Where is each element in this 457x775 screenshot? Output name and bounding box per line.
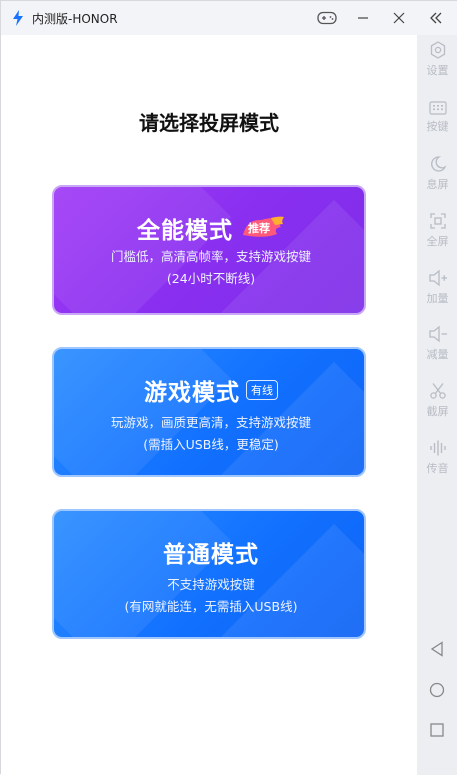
sidebar-item-audio[interactable]: 传音 bbox=[417, 435, 457, 483]
sidebar-item-keys[interactable]: 按键 bbox=[417, 95, 457, 143]
sidebar-item-settings[interactable]: 设置 bbox=[417, 37, 457, 85]
moon-icon bbox=[430, 156, 447, 172]
recent-square-icon bbox=[430, 723, 444, 737]
wired-badge: 有线 bbox=[246, 380, 278, 400]
scissors-icon bbox=[429, 383, 446, 399]
all-round-mode-card[interactable]: 全能模式 推荐 门槛低，高清高帧率，支持游戏按键 (24小时不断线) bbox=[52, 185, 366, 315]
gamepad-icon bbox=[317, 11, 337, 25]
sidebar-item-label: 加量 bbox=[426, 292, 449, 305]
sidebar-item-label: 全屏 bbox=[426, 235, 449, 248]
app-logo-icon bbox=[13, 10, 23, 26]
sidebar-item-label: 传音 bbox=[426, 462, 449, 475]
title-bar: 内测版-HONOR bbox=[1, 1, 457, 35]
card-title: 游戏模式 bbox=[144, 380, 240, 406]
card-title-row: 全能模式 推荐 bbox=[54, 211, 364, 245]
sidebar-item-label: 截屏 bbox=[426, 405, 449, 418]
recent-apps-button[interactable] bbox=[427, 720, 447, 740]
right-toolbar: 设置 按键 息屏 全屏 加量 减量 截屏 传音 bbox=[417, 35, 457, 775]
close-button[interactable] bbox=[385, 6, 413, 30]
page-heading: 请选择投屏模式 bbox=[139, 111, 279, 135]
home-circle-icon bbox=[429, 682, 445, 698]
card-decoration bbox=[54, 511, 232, 637]
card-title: 全能模式 bbox=[137, 218, 233, 244]
card-desc-line1: 门槛低，高清高帧率，支持游戏按键 bbox=[110, 249, 311, 264]
sidebar-item-label: 设置 bbox=[426, 64, 449, 77]
volume-down-icon bbox=[428, 325, 447, 343]
sidebar-item-screen-off[interactable]: 息屏 bbox=[417, 151, 457, 199]
gamepad-button[interactable] bbox=[313, 6, 341, 30]
card-title-row: 游戏模式 有线 bbox=[54, 373, 364, 407]
fullscreen-icon bbox=[429, 213, 446, 229]
sidebar-item-screenshot[interactable]: 截屏 bbox=[417, 378, 457, 426]
sidebar-item-label: 减量 bbox=[426, 348, 449, 361]
back-triangle-icon bbox=[430, 641, 443, 657]
recommend-badge-label: 推荐 bbox=[248, 222, 270, 235]
back-button[interactable] bbox=[427, 639, 447, 659]
recommend-badge: 推荐 bbox=[241, 215, 285, 241]
double-chevron-left-icon bbox=[430, 12, 442, 24]
card-title-row: 普通模式 bbox=[54, 535, 364, 569]
sidebar-item-label: 息屏 bbox=[426, 178, 449, 191]
sidebar-item-volume-down[interactable]: 减量 bbox=[417, 321, 457, 369]
sidebar-item-fullscreen[interactable]: 全屏 bbox=[417, 208, 457, 256]
volume-up-icon bbox=[428, 269, 447, 287]
card-desc-line2: (24小时不断线) bbox=[166, 271, 256, 286]
card-desc-line1: 不支持游戏按键 bbox=[167, 577, 255, 592]
card-desc-line2: (有网就能连，无需插入USB线) bbox=[124, 599, 298, 614]
audio-wave-icon bbox=[429, 440, 446, 456]
home-button[interactable] bbox=[427, 680, 447, 700]
app-window: 内测版-HONOR 请选择投屏模式 全能模式 推荐 门槛低，高清高帧率，支持游戏… bbox=[0, 0, 457, 775]
close-icon bbox=[393, 12, 405, 24]
window-title: 内测版-HONOR bbox=[32, 12, 118, 26]
minimize-button[interactable] bbox=[349, 6, 377, 30]
collapse-sidebar-button[interactable] bbox=[422, 6, 450, 30]
normal-mode-card[interactable]: 普通模式 不支持游戏按键 (有网就能连，无需插入USB线) bbox=[52, 509, 366, 639]
gear-icon bbox=[430, 41, 445, 59]
game-mode-card[interactable]: 游戏模式 有线 玩游戏，画质更高清，支持游戏按键 (需插入USB线，更稳定) bbox=[52, 347, 366, 477]
card-desc-line2: (需插入USB线，更稳定) bbox=[143, 437, 279, 452]
card-decoration bbox=[54, 349, 232, 475]
card-desc-line1: 玩游戏，画质更高清，支持游戏按键 bbox=[110, 415, 311, 430]
card-title: 普通模式 bbox=[163, 542, 259, 568]
keyboard-icon bbox=[428, 101, 447, 115]
sidebar-item-volume-up[interactable]: 加量 bbox=[417, 265, 457, 313]
sidebar-item-label: 按键 bbox=[426, 120, 449, 133]
minimize-icon bbox=[358, 17, 368, 19]
